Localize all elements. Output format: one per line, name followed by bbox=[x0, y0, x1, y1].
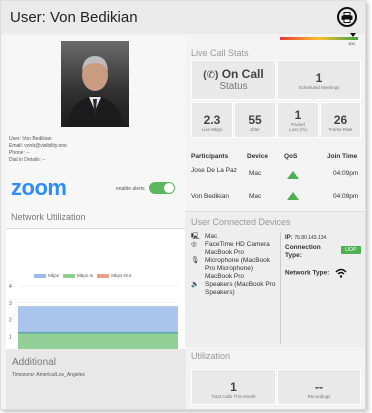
ip-value: 76.80.143.134 bbox=[294, 235, 327, 241]
device-speaker: 🔈 Speakers (MacBook Pro Speakers) bbox=[191, 281, 276, 296]
packet-loss-label: Packet Loss (%) bbox=[289, 122, 307, 132]
participant-join-time: 04:09pm bbox=[333, 193, 359, 200]
user-dial-in: Dial in Details: -- bbox=[9, 157, 46, 163]
device-mac: 🖳 Mac bbox=[191, 233, 218, 240]
frame-rate-value: 26 bbox=[333, 113, 348, 127]
camera-model: MacBook Pro bbox=[205, 249, 245, 256]
recordings-value: -- bbox=[315, 380, 323, 394]
print-button[interactable] bbox=[337, 7, 357, 27]
timezone-text: Timezone: America/Los_Angeles bbox=[12, 372, 85, 378]
col-join-time: Join Time bbox=[327, 153, 358, 160]
col-participants: Participants bbox=[191, 153, 229, 160]
participant-device: Mac bbox=[249, 193, 262, 200]
call-status-card: (✆) On Call Status bbox=[191, 60, 276, 100]
devices-section: User Connected Devices 🖳 Mac ◎ FaceTime HD… bbox=[185, 211, 365, 347]
laptop-icon: 🖳 bbox=[191, 233, 200, 240]
camera-icon: ◎ bbox=[191, 241, 197, 248]
recordings-label: Recordings bbox=[307, 394, 331, 399]
participant-name: Jose De La Paz bbox=[191, 167, 237, 174]
packet-loss-card: 1 Packet Loss (%) bbox=[277, 102, 319, 138]
network-chart-svg: 012343:42 pm4:12 pmTime bbox=[9, 284, 178, 369]
y-tick-label: 2 bbox=[9, 318, 12, 324]
printer-icon bbox=[341, 11, 353, 23]
additional-section: Additional Timezone: America/Los_Angeles bbox=[6, 349, 186, 409]
y-tick-label: 4 bbox=[9, 284, 12, 290]
speaker-icon: 🔈 bbox=[191, 281, 200, 288]
qos-good-icon bbox=[287, 192, 299, 200]
live-mbps-card: 2.3 Live Mbps bbox=[191, 102, 233, 138]
microphone-icon: 🎙 bbox=[191, 257, 200, 264]
udp-badge: UDP bbox=[341, 246, 361, 254]
page-title: User: Von Bedikian bbox=[10, 9, 138, 26]
network-type-label: Network Type: bbox=[285, 268, 365, 278]
user-name: User: Von Bedikian bbox=[9, 136, 52, 142]
live-mbps-label: Live Mbps bbox=[201, 127, 223, 132]
col-qos: QoS bbox=[284, 153, 298, 160]
jitter-card: 55 Jitter bbox=[234, 102, 276, 138]
total-calls-label: Total Calls This Month bbox=[211, 394, 256, 399]
gauge-max-label: 100 bbox=[348, 41, 355, 46]
y-tick-label: 1 bbox=[9, 334, 12, 340]
device-camera: ◎ FaceTime HD Camera bbox=[191, 241, 270, 248]
devices-heading: User Connected Devices bbox=[191, 217, 291, 227]
phone-ringing-icon: (✆) bbox=[203, 70, 219, 81]
wifi-icon bbox=[335, 268, 347, 278]
additional-heading: Additional bbox=[12, 357, 56, 368]
call-status-sub: Status bbox=[219, 81, 248, 92]
call-status-title: On Call bbox=[221, 67, 264, 81]
connection-info: IP: 76.80.143.134 Connection Type: UDP N… bbox=[285, 234, 365, 278]
toggle-knob bbox=[164, 183, 174, 193]
participant-name: Von Bedikian bbox=[191, 193, 229, 200]
total-calls-value: 1 bbox=[230, 380, 237, 394]
jitter-value: 55 bbox=[248, 113, 262, 127]
packet-loss-value: 1 bbox=[294, 108, 302, 122]
recordings-card: -- Recordings bbox=[277, 369, 361, 405]
qos-good-icon bbox=[287, 171, 299, 179]
jitter-label: Jitter bbox=[250, 127, 260, 132]
frame-rate-label: Frame Rate bbox=[328, 127, 353, 132]
zoom-logo: zoom bbox=[11, 175, 67, 200]
frame-rate-card: 26 Frame Rate bbox=[320, 102, 361, 138]
utilization-heading: Utilization bbox=[191, 351, 231, 361]
enable-alerts-label: enable alerts bbox=[116, 186, 145, 192]
network-utilization-heading: Network Utilization bbox=[11, 212, 86, 222]
scheduled-label: Scheduled Meetings bbox=[298, 85, 340, 90]
device-list: 🖳 Mac ◎ FaceTime HD Camera MacBook Pro 🎙 Mi… bbox=[191, 233, 279, 297]
user-panel: User: Von Bedikian User: Von Bedikian Em… bbox=[0, 0, 366, 410]
enable-alerts-toggle[interactable] bbox=[149, 182, 175, 194]
live-call-heading: Live Call Stats bbox=[191, 48, 249, 58]
user-photo bbox=[61, 41, 129, 127]
col-device: Device bbox=[247, 153, 268, 160]
user-info-column: User: Von Bedikian Email: vonb@visibilit… bbox=[6, 36, 186, 409]
participant-device: Mac bbox=[249, 170, 262, 177]
quality-gauge-bar bbox=[280, 37, 358, 40]
user-details: User: Von Bedikian Email: vonb@visibilit… bbox=[9, 136, 67, 164]
call-stats-column: Live Call Stats 100 (✆) On Call Status 1… bbox=[185, 33, 365, 409]
connection-type-label: Connection Type: bbox=[285, 244, 321, 259]
scheduled-count: 1 bbox=[315, 71, 323, 85]
user-email: Email: vonb@visibility.one bbox=[9, 143, 67, 149]
total-calls-card: 1 Total Calls This Month bbox=[191, 369, 276, 405]
devices-divider bbox=[280, 232, 281, 344]
scheduled-meetings-card: 1 Scheduled Meetings bbox=[277, 60, 361, 100]
gauge-marker bbox=[350, 33, 356, 37]
live-mbps-value: 2.3 bbox=[203, 113, 221, 127]
ip-label: IP: bbox=[285, 235, 293, 241]
utilization-section: Utilization 1 Total Calls This Month -- … bbox=[185, 347, 365, 409]
user-phone: Phone: -- bbox=[9, 150, 30, 156]
y-tick-label: 3 bbox=[9, 301, 12, 307]
device-microphone: 🎙 Microphone (MacBook Pro Microphone) bbox=[191, 257, 271, 272]
speaker-model: MacBook Pro bbox=[205, 273, 245, 280]
participant-join-time: 04:09pm bbox=[333, 170, 359, 177]
panel-header: User: Von Bedikian bbox=[1, 1, 365, 34]
